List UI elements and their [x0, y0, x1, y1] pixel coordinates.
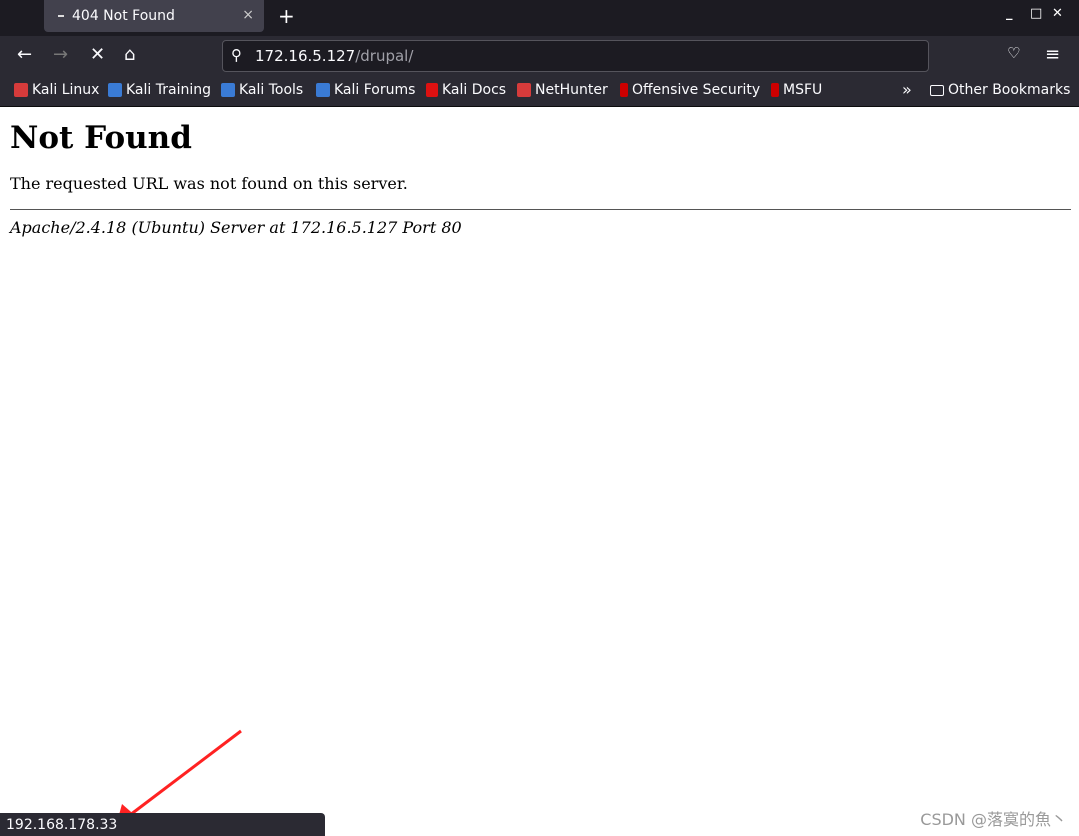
status-bar: 192.168.178.33	[0, 813, 325, 836]
red-arrow-annotation	[116, 729, 242, 826]
watermark: CSDN @落寞的魚丶	[920, 810, 1067, 829]
